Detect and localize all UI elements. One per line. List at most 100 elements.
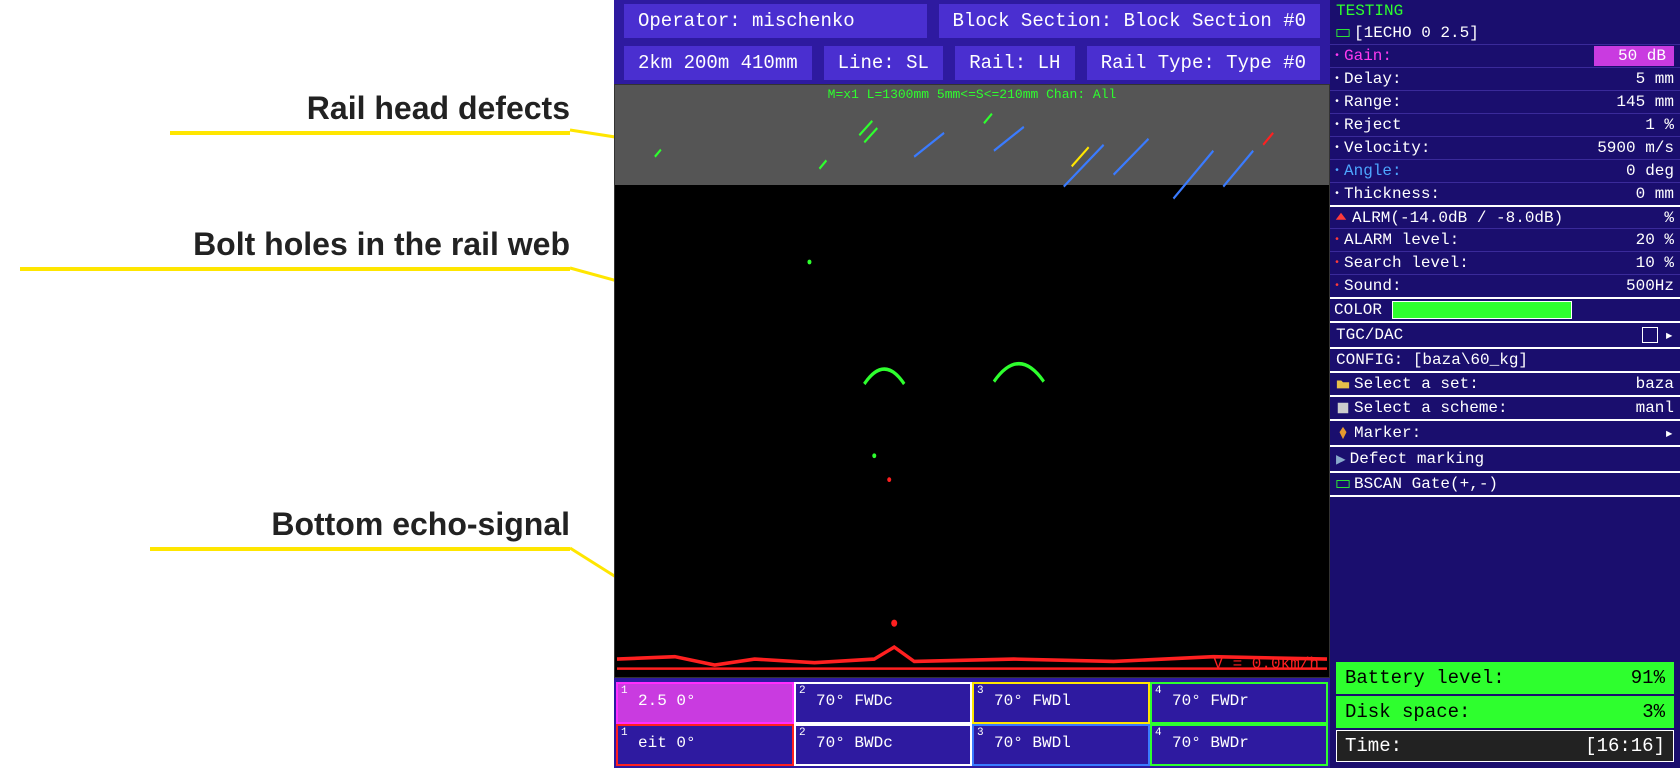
- gate-label: BSCAN Gate(+,-): [1354, 475, 1498, 493]
- channel-fwd-ch2[interactable]: 270° FWDc: [794, 682, 972, 724]
- channel-label: 70° FWDr: [1172, 692, 1249, 710]
- color-label: COLOR: [1334, 301, 1382, 319]
- channel-bwd-ch2[interactable]: 270° BWDc: [794, 724, 972, 766]
- channel-bwd-ch4[interactable]: 470° BWDr: [1150, 724, 1328, 766]
- param-value: 0 deg: [1626, 162, 1674, 180]
- select-set-label: Select a set:: [1354, 375, 1479, 393]
- color-swatch: [1392, 301, 1572, 319]
- header-row-1: Operator: mischenko Block Section: Block…: [614, 0, 1330, 42]
- bullet-icon: •: [1334, 235, 1340, 246]
- railtype-label: Rail Type:: [1101, 52, 1215, 74]
- param-label: Angle:: [1344, 162, 1402, 180]
- param-label: Velocity:: [1344, 139, 1430, 157]
- param-label: Reject: [1344, 116, 1402, 134]
- chevron-right-icon: ▸: [1664, 325, 1674, 345]
- channel-fwd-ch4[interactable]: 4 70° FWDr: [1150, 682, 1328, 724]
- channel-header-text: [1ECHO 0 2.5]: [1354, 24, 1479, 42]
- channel-label: 70° BWDl: [994, 734, 1071, 752]
- play-icon: ▶: [1336, 449, 1346, 469]
- channel-fwd-ch1[interactable]: 12.5 0°: [616, 682, 794, 724]
- param-range[interactable]: •Range:145 mm: [1330, 90, 1680, 113]
- railtype-box: Rail Type: Type #0: [1087, 46, 1320, 80]
- sidebar-filler: [1330, 495, 1680, 656]
- alrm-header[interactable]: ALRM(-14.0dB / -8.0dB) %: [1330, 205, 1680, 228]
- param-velocity[interactable]: •Velocity:5900 m/s: [1330, 136, 1680, 159]
- bscan-display[interactable]: M=x1 L=1300mm 5mm<=S<=210mm Chan: All: [614, 84, 1330, 678]
- rail-box: Rail: LH: [955, 46, 1075, 80]
- disk-label: Disk space:: [1345, 701, 1470, 723]
- alrm-header-val: %: [1664, 209, 1674, 227]
- param-gain[interactable]: •Gain:50 dB: [1330, 44, 1680, 67]
- config-row[interactable]: CONFIG: [baza\60_kg]: [1330, 347, 1680, 371]
- channel-bwd-ch3[interactable]: 3 70° BWDl: [972, 724, 1150, 766]
- param-angle[interactable]: • Angle: 0 deg: [1330, 159, 1680, 182]
- alarm-param-1[interactable]: •Search level:10 %: [1330, 251, 1680, 274]
- channel-fwd-ch3[interactable]: 370° FWDl: [972, 682, 1150, 724]
- block-section-box: Block Section: Block Section #0: [939, 4, 1320, 38]
- bullet-icon: •: [1334, 51, 1340, 62]
- bullet-icon: •: [1334, 166, 1340, 177]
- alrm-header-text: ALRM(-14.0dB / -8.0dB): [1352, 209, 1563, 227]
- marker-row[interactable]: Marker: ▸: [1330, 419, 1680, 445]
- time-status: Time: [16:16]: [1336, 730, 1674, 762]
- param-value: 5 mm: [1636, 70, 1674, 88]
- operator-value: mischenko: [752, 10, 855, 32]
- marker-label: Marker:: [1354, 424, 1421, 442]
- chevron-right-icon: ▸: [1664, 423, 1674, 443]
- channel-label: 2.5 0°: [638, 692, 696, 710]
- param-delay[interactable]: •Delay:5 mm: [1330, 67, 1680, 90]
- tgc-checkbox[interactable]: [1642, 327, 1658, 343]
- config-label: CONFIG: [baza\60_kg]: [1336, 351, 1528, 369]
- select-scheme-label: Select a scheme:: [1354, 399, 1508, 417]
- block-label: Block Section:: [953, 10, 1113, 32]
- param-value: 0 mm: [1636, 185, 1674, 203]
- gate-icon: [1336, 477, 1350, 491]
- annotation-rail-head: Rail head defects: [170, 90, 570, 135]
- param-value: 5900 m/s: [1597, 139, 1674, 157]
- time-label: Time:: [1345, 735, 1402, 757]
- rail-label: Rail:: [969, 52, 1026, 74]
- select-set-row[interactable]: Select a set: baza: [1330, 371, 1680, 395]
- annotation-bottom-echo: Bottom echo-signal: [150, 506, 570, 551]
- bscan-gate-row[interactable]: BSCAN Gate(+,-): [1330, 471, 1680, 495]
- select-set-value: baza: [1636, 375, 1674, 393]
- param-reject[interactable]: •Reject1 %: [1330, 113, 1680, 136]
- param-label: Thickness:: [1344, 185, 1440, 203]
- line-value: SL: [906, 52, 929, 74]
- channel-label: eit 0°: [638, 734, 696, 752]
- alarm-param-0[interactable]: •ALARM level:20 %: [1330, 228, 1680, 251]
- channel-row-bwd: 1 eit 0° 270° BWDc 3 70° BWDl 470° BWDr: [616, 724, 1328, 766]
- defect-marking-row[interactable]: ▶ Defect marking: [1330, 445, 1680, 471]
- position-box: 2km 200m 410mm: [624, 46, 812, 80]
- channel-bwd-ch1[interactable]: 1 eit 0°: [616, 724, 794, 766]
- folder-icon: [1336, 377, 1350, 391]
- channel-number: 4: [1155, 727, 1162, 739]
- alarm-params-group: •ALARM level:20 %•Search level:10 %•Soun…: [1330, 228, 1680, 297]
- scheme-icon: [1336, 401, 1350, 415]
- line-label: Line:: [838, 52, 895, 74]
- select-scheme-row[interactable]: Select a scheme: manl: [1330, 395, 1680, 419]
- param-label: Search level:: [1344, 254, 1469, 272]
- bullet-icon: •: [1334, 120, 1340, 131]
- tgc-row[interactable]: TGC/DAC ▸: [1330, 321, 1680, 347]
- annotation-pane: Rail head defects Bolt holes in the rail…: [0, 0, 614, 768]
- bullet-icon: •: [1334, 258, 1340, 269]
- time-value: [16:16]: [1585, 735, 1665, 757]
- param-value: 20 %: [1636, 231, 1674, 249]
- channel-header[interactable]: [1ECHO 0 2.5]: [1330, 22, 1680, 44]
- channel-number: 3: [977, 727, 984, 739]
- channel-number: 1: [621, 727, 628, 739]
- param-thickness[interactable]: •Thickness:0 mm: [1330, 182, 1680, 205]
- bullet-icon: •: [1334, 281, 1340, 292]
- channel-label: 70° FWDl: [994, 692, 1071, 710]
- mode-label: TESTING: [1330, 0, 1680, 22]
- channel-number: 4: [1155, 685, 1162, 697]
- color-row[interactable]: COLOR: [1330, 297, 1680, 321]
- param-value: 50 dB: [1594, 46, 1674, 66]
- param-label: Sound:: [1344, 277, 1402, 295]
- channel-label: 70° BWDc: [816, 734, 893, 752]
- alarm-param-2[interactable]: •Sound:500Hz: [1330, 274, 1680, 297]
- bullet-icon: •: [1334, 97, 1340, 108]
- marker-icon: [1336, 426, 1350, 440]
- operator-label: Operator:: [638, 10, 741, 32]
